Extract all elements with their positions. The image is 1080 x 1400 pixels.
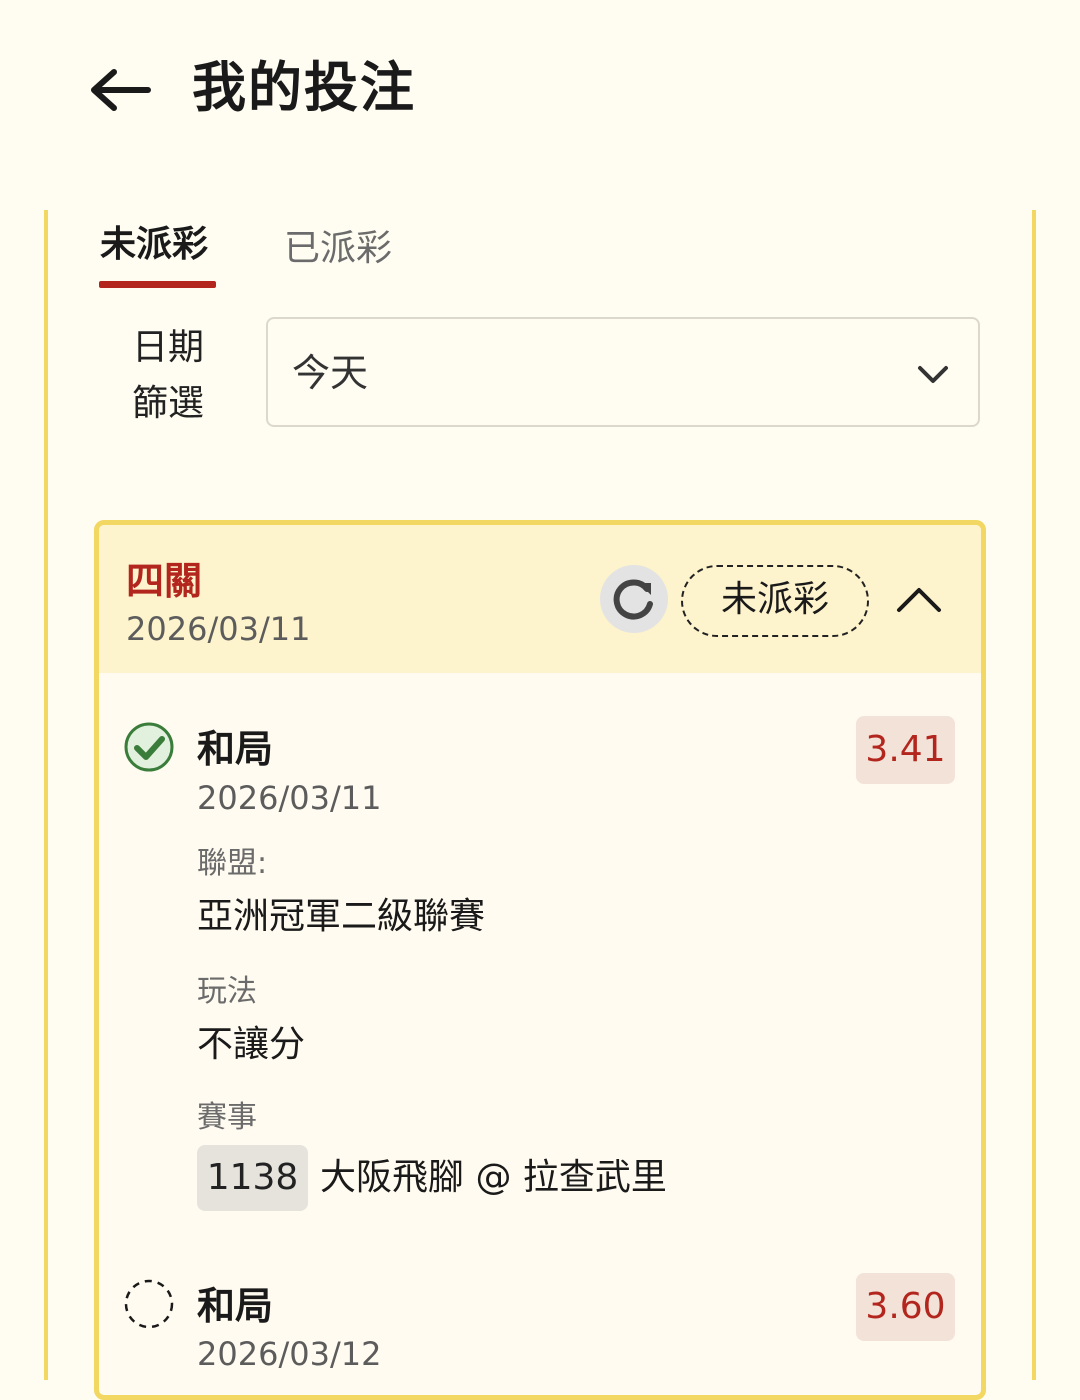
tab-active-indicator bbox=[99, 281, 216, 288]
date-filter-value: 今天 bbox=[292, 351, 369, 395]
league-label: 聯盟: bbox=[197, 846, 268, 881]
leg-date: 2026/03/12 bbox=[197, 1335, 382, 1373]
event-code: 1138 bbox=[197, 1145, 308, 1211]
status-badge: 未派彩 bbox=[681, 565, 869, 637]
event-name: 大阪飛腳 @ 拉查武里 bbox=[320, 1157, 667, 1198]
leg-checked-icon bbox=[123, 721, 175, 773]
leg-date: 2026/03/11 bbox=[197, 779, 382, 817]
event-label: 賽事 bbox=[197, 1100, 257, 1135]
date-filter-label: 日期 篩選 bbox=[126, 320, 210, 432]
odds-badge: 3.41 bbox=[856, 716, 955, 784]
date-filter-label-line1: 日期 bbox=[131, 327, 204, 368]
page-title: 我的投注 bbox=[192, 56, 416, 119]
collapse-button[interactable] bbox=[888, 568, 950, 630]
leg-result: 和局 bbox=[197, 727, 274, 771]
date-filter-select[interactable]: 今天 bbox=[266, 317, 980, 427]
refresh-button[interactable] bbox=[600, 565, 668, 633]
chevron-up-icon bbox=[897, 588, 941, 612]
refresh-icon bbox=[613, 579, 653, 620]
leg-pending-icon bbox=[123, 1278, 175, 1330]
tab-settled[interactable]: 已派彩 bbox=[284, 222, 392, 276]
market-value: 不讓分 bbox=[197, 1024, 306, 1065]
league-value: 亞洲冠軍二級聯賽 bbox=[197, 896, 486, 937]
odds-badge: 3.60 bbox=[856, 1273, 955, 1341]
bet-type: 四關 bbox=[126, 559, 203, 603]
bet-card bbox=[94, 520, 986, 1400]
market-label: 玩法 bbox=[197, 974, 257, 1009]
arrow-left-icon bbox=[91, 69, 151, 111]
leg-result: 和局 bbox=[197, 1284, 274, 1328]
tab-unsettled[interactable]: 未派彩 bbox=[100, 218, 208, 272]
bet-date: 2026/03/11 bbox=[126, 610, 311, 648]
date-filter-label-line2: 篩選 bbox=[131, 383, 204, 424]
back-button[interactable] bbox=[80, 50, 160, 130]
chevron-down-icon bbox=[918, 366, 948, 383]
